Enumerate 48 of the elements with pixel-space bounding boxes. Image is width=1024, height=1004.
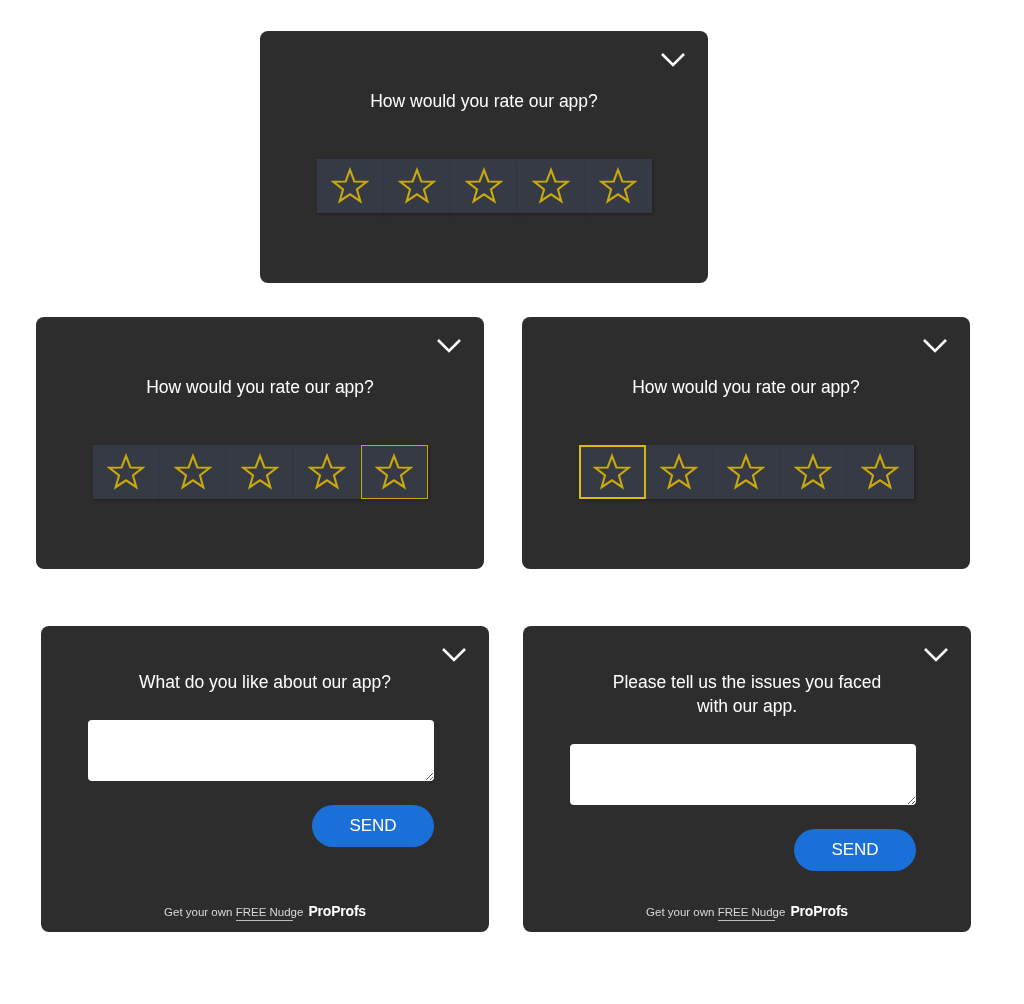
chevron-down-icon[interactable] [436,338,462,354]
star-rating-button[interactable] [360,445,428,499]
question-text: How would you rate our app? [631,376,861,399]
star-icon [174,453,212,491]
star-rating-button[interactable] [92,445,160,499]
star-icon [331,167,369,205]
star-rating-button[interactable] [293,445,361,499]
chevron-down-icon[interactable] [441,647,467,663]
promo-link[interactable]: Get your own FREE Nudge [646,906,786,921]
star-rating-button[interactable] [578,445,646,499]
chevron-down-icon[interactable] [922,338,948,354]
star-rating-button[interactable] [383,159,451,213]
question-text: How would you rate our app? [145,376,375,399]
answer-field[interactable] [88,720,434,781]
star-icon [794,453,832,491]
star-rating-button[interactable] [450,159,518,213]
send-button[interactable]: SEND [312,805,434,847]
star-rating-button[interactable] [846,445,914,499]
star-icon [660,453,698,491]
chevron-down-icon[interactable] [660,52,686,68]
star-icon [599,167,637,205]
star-rating-button[interactable] [779,445,847,499]
question-text: How would you rate our app? [369,90,599,113]
brand-logo: ProProfs [308,903,366,919]
answer-field[interactable] [570,744,916,805]
star-rating-button[interactable] [316,159,384,213]
star-icon [532,167,570,205]
star-rating-button[interactable] [159,445,227,499]
star-icon [465,167,503,205]
star-icon [241,453,279,491]
question-text: What do you like about our app? [138,671,392,694]
star-rating-button[interactable] [517,159,585,213]
star-rating-button[interactable] [226,445,294,499]
star-icon [727,453,765,491]
send-button[interactable]: SEND [794,829,916,871]
star-icon [375,453,413,491]
promo-link[interactable]: Get your own FREE Nudge [164,906,304,921]
question-text: Please tell us the issues you faced with our app. [611,671,883,718]
star-icon [308,453,346,491]
star-icon [593,453,631,491]
star-rating-button[interactable] [645,445,713,499]
star-icon [861,453,899,491]
star-rating-button[interactable] [712,445,780,499]
star-icon [107,453,145,491]
chevron-down-icon[interactable] [923,647,949,663]
star-rating-button[interactable] [584,159,652,213]
brand-logo: ProProfs [790,903,848,919]
star-icon [398,167,436,205]
